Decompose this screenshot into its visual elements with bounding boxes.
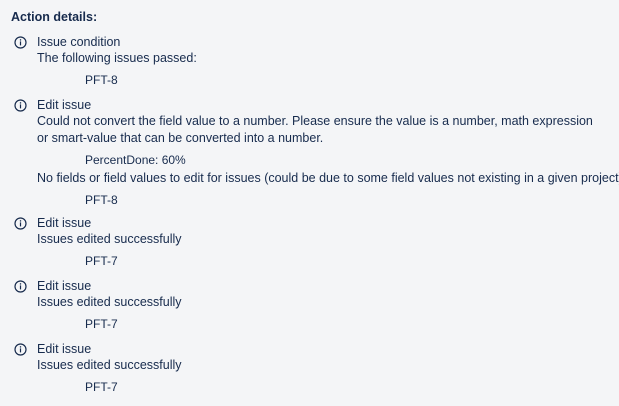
entry-message: Issues edited successfully: [37, 295, 182, 309]
issue-key: PFT-7: [85, 254, 118, 268]
entry-message: Issues edited successfully: [37, 232, 182, 246]
issue-key: PFT-7: [85, 317, 118, 331]
action-entry: Edit issue Issues edited successfully PF…: [14, 341, 614, 397]
entry-title-row: Issue condition: [14, 34, 614, 50]
entry-title-row: Edit issue: [14, 97, 614, 113]
entry-title: Issue condition: [37, 35, 121, 49]
issue-key: PFT-8: [85, 73, 118, 87]
action-entry: Issue condition The following issues pas…: [14, 34, 614, 90]
entry-title-row: Edit issue: [14, 215, 614, 231]
entry-message: Could not convert the field value to a n…: [37, 114, 593, 145]
action-entry: Edit issue Issues edited successfully PF…: [14, 215, 614, 271]
entry-title: Edit issue: [37, 98, 92, 112]
entry-title: Edit issue: [37, 279, 92, 293]
entry-title: Edit issue: [37, 216, 92, 230]
action-details-heading: Action details:: [11, 10, 98, 24]
action-entry: Edit issue Could not convert the field v…: [14, 97, 619, 210]
field-value: PercentDone: 60%: [85, 153, 186, 167]
entry-title: Edit issue: [37, 342, 92, 356]
issue-key: PFT-8: [85, 193, 118, 207]
info-icon: [14, 279, 27, 293]
entry-message: Issues edited successfully: [37, 358, 182, 372]
info-icon: [14, 35, 27, 49]
action-entry: Edit issue Issues edited successfully PF…: [14, 278, 614, 334]
entry-title-row: Edit issue: [14, 278, 614, 294]
issue-key: PFT-7: [85, 380, 118, 394]
info-icon: [14, 342, 27, 356]
entry-title-row: Edit issue: [14, 341, 614, 357]
info-icon: [14, 216, 27, 230]
entry-message: The following issues passed:: [37, 51, 197, 65]
info-icon: [14, 98, 27, 112]
entry-message-secondary: No fields or field values to edit for is…: [37, 171, 619, 185]
